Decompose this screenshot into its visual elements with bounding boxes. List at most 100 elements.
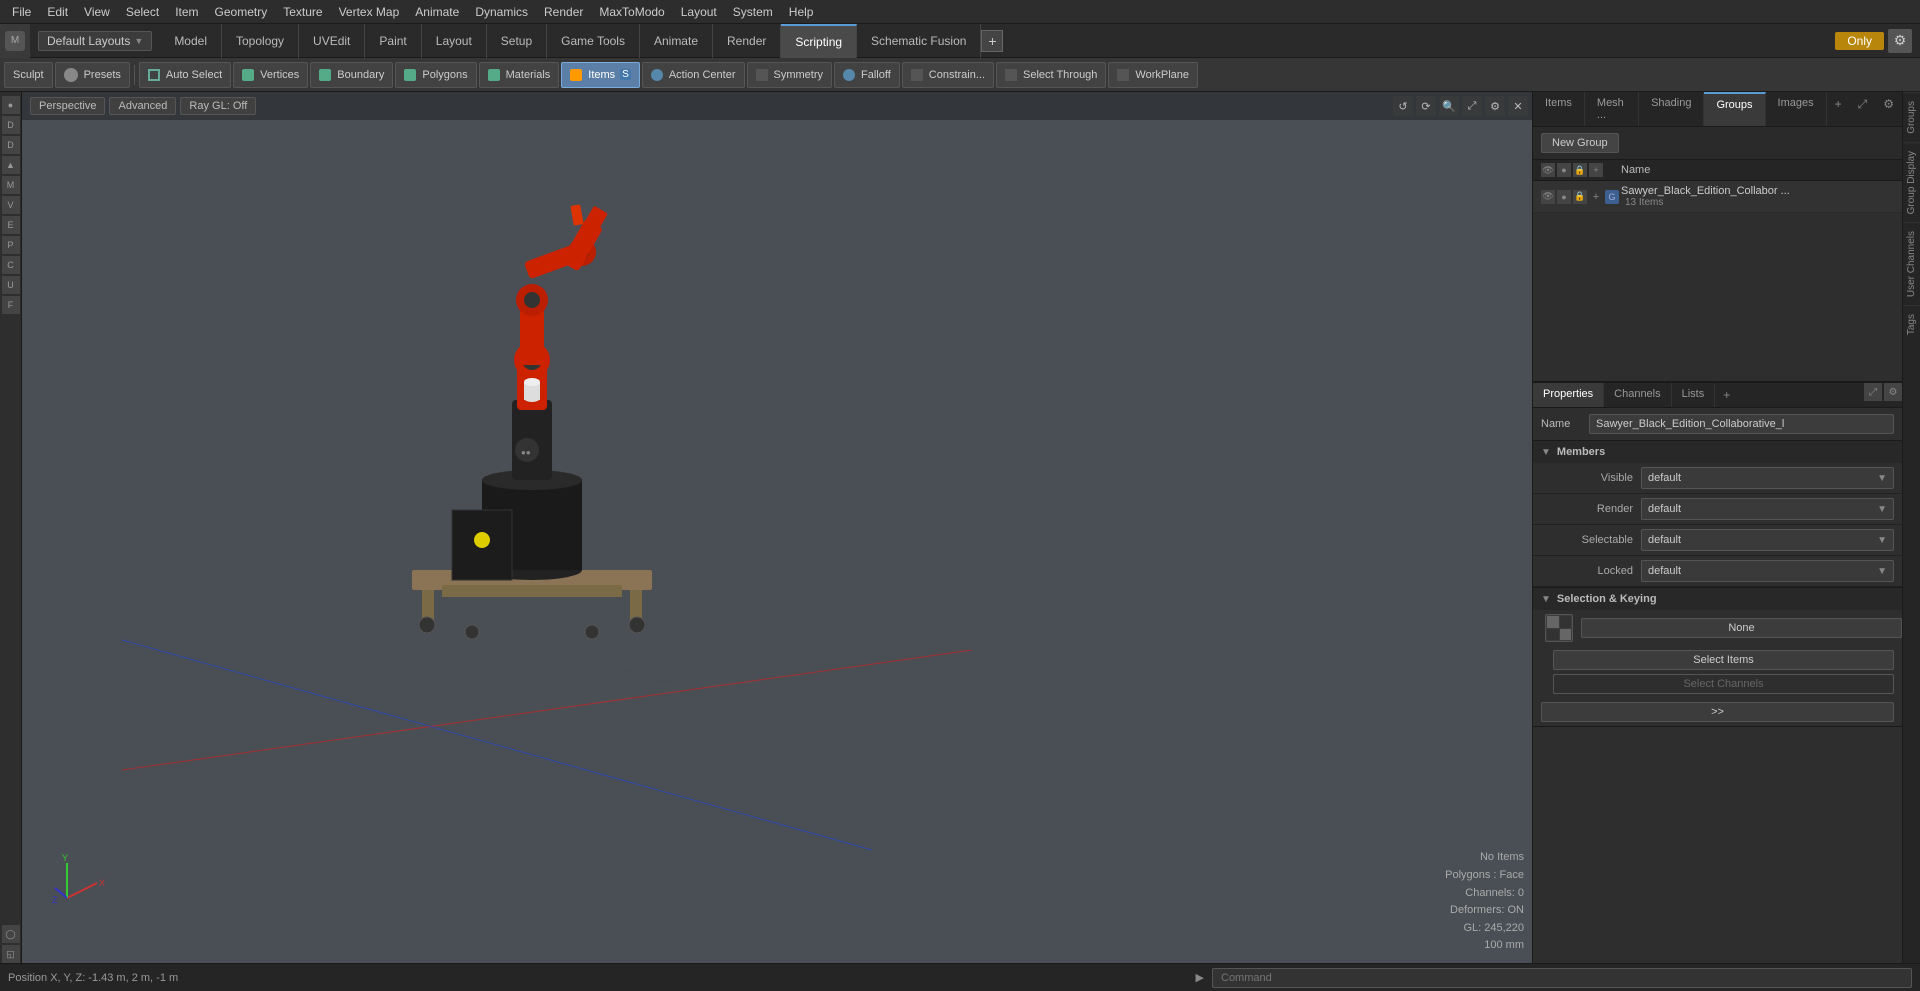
menu-layout[interactable]: Layout — [673, 3, 725, 21]
layout-tab-model[interactable]: Model — [160, 24, 222, 58]
viewport-icon-refresh[interactable]: ↺ — [1393, 96, 1413, 116]
viewport-icon-cycle[interactable]: ⟳ — [1416, 96, 1436, 116]
menu-maxtomodo[interactable]: MaxToModo — [591, 3, 672, 21]
sidebar-btn-10[interactable]: U — [2, 276, 20, 294]
falloff-button[interactable]: Falloff — [834, 62, 900, 88]
select-through-button[interactable]: Select Through — [996, 62, 1106, 88]
viewport-icon-fit[interactable]: ⤢ — [1462, 96, 1482, 116]
groups-tab-add-button[interactable]: + — [1827, 92, 1850, 126]
menu-edit[interactable]: Edit — [39, 3, 76, 21]
render-dropdown[interactable]: default ▼ — [1641, 498, 1894, 520]
menu-item[interactable]: Item — [167, 3, 206, 21]
menu-geometry[interactable]: Geometry — [207, 3, 276, 21]
tab-shading[interactable]: Shading — [1639, 92, 1704, 126]
right-label-user-channels[interactable]: User Channels — [1903, 222, 1920, 305]
layout-tab-uvedit[interactable]: UVEdit — [299, 24, 365, 58]
sculpt-button[interactable]: Sculpt — [4, 62, 53, 88]
tab-mesh[interactable]: Mesh ... — [1585, 92, 1639, 126]
sidebar-btn-4[interactable]: ▲ — [2, 156, 20, 174]
layout-tab-animate[interactable]: Animate — [640, 24, 713, 58]
sidebar-btn-5[interactable]: M — [2, 176, 20, 194]
auto-select-button[interactable]: Auto Select — [139, 62, 231, 88]
group-item-lock[interactable]: 🔒 — [1573, 190, 1587, 204]
layout-tab-paint[interactable]: Paint — [365, 24, 421, 58]
materials-button[interactable]: Materials — [479, 62, 560, 88]
props-expand-button[interactable]: ⤢ — [1864, 383, 1882, 401]
layout-tab-schematic-fusion[interactable]: Schematic Fusion — [857, 24, 981, 58]
sidebar-btn-9[interactable]: C — [2, 256, 20, 274]
workplane-button[interactable]: WorkPlane — [1108, 62, 1198, 88]
menu-texture[interactable]: Texture — [275, 3, 330, 21]
menu-select[interactable]: Select — [118, 3, 167, 21]
items-button[interactable]: Items S — [561, 62, 640, 88]
vertices-button[interactable]: Vertices — [233, 62, 308, 88]
symmetry-button[interactable]: Symmetry — [747, 62, 833, 88]
menu-vertex-map[interactable]: Vertex Map — [331, 3, 408, 21]
menu-help[interactable]: Help — [781, 3, 822, 21]
right-label-group-display[interactable]: Group Display — [1903, 142, 1920, 222]
sk-none-label[interactable]: None — [1581, 618, 1902, 638]
props-tab-lists[interactable]: Lists — [1672, 383, 1716, 407]
select-items-button[interactable]: Select Items — [1553, 650, 1894, 670]
viewport-icon-settings[interactable]: ⚙ — [1485, 96, 1505, 116]
polygons-button[interactable]: Polygons — [395, 62, 476, 88]
settings-gear-button[interactable]: ⚙ — [1888, 29, 1912, 53]
props-tab-channels[interactable]: Channels — [1604, 383, 1671, 407]
sidebar-btn-2[interactable]: D — [2, 116, 20, 134]
members-section-header[interactable]: ▼ Members — [1533, 441, 1902, 463]
select-channels-button[interactable]: Select Channels — [1553, 674, 1894, 694]
sidebar-bottom-btn-2[interactable]: ◱ — [2, 945, 20, 963]
right-label-groups[interactable]: Groups — [1903, 92, 1920, 142]
sidebar-btn-1[interactable]: ● — [2, 96, 20, 114]
props-name-input[interactable] — [1589, 414, 1894, 434]
group-item-add[interactable]: + — [1589, 190, 1603, 204]
command-input[interactable] — [1212, 968, 1912, 988]
menu-render[interactable]: Render — [536, 3, 591, 21]
menu-file[interactable]: File — [4, 3, 39, 21]
boundary-button[interactable]: Boundary — [310, 62, 393, 88]
props-settings-button[interactable]: ⚙ — [1884, 383, 1902, 401]
groups-expand-button[interactable]: ⤢ — [1850, 92, 1876, 126]
action-center-button[interactable]: Action Center — [642, 62, 745, 88]
scene-area[interactable]: ●● X Y Z No Items Polygons : Face Channe… — [22, 120, 1532, 963]
layout-tab-scripting[interactable]: Scripting — [781, 24, 857, 58]
ray-gl-button[interactable]: Ray GL: Off — [180, 97, 256, 115]
sidebar-btn-6[interactable]: V — [2, 196, 20, 214]
constrain-button[interactable]: Constrain... — [902, 62, 994, 88]
layout-tab-game-tools[interactable]: Game Tools — [547, 24, 640, 58]
sidebar-btn-8[interactable]: P — [2, 236, 20, 254]
menu-animate[interactable]: Animate — [407, 3, 467, 21]
star-button[interactable]: Only — [1835, 32, 1884, 50]
tab-groups[interactable]: Groups — [1704, 92, 1765, 126]
group-item-render[interactable]: ● — [1557, 190, 1571, 204]
menu-dynamics[interactable]: Dynamics — [467, 3, 536, 21]
sk-go-button[interactable]: >> — [1541, 702, 1894, 722]
sidebar-btn-3[interactable]: D — [2, 136, 20, 154]
selection-keying-header[interactable]: ▼ Selection & Keying — [1533, 588, 1902, 610]
visible-dropdown[interactable]: default ▼ — [1641, 467, 1894, 489]
right-label-tags[interactable]: Tags — [1903, 305, 1920, 343]
locked-dropdown[interactable]: default ▼ — [1641, 560, 1894, 582]
sidebar-btn-7[interactable]: E — [2, 216, 20, 234]
sidebar-btn-11[interactable]: F — [2, 296, 20, 314]
group-item-sawyer[interactable]: 👁 ● 🔒 + G Sawyer_Black_Edition_Collabor … — [1533, 181, 1902, 213]
menu-view[interactable]: View — [76, 3, 118, 21]
viewport[interactable]: Perspective Advanced Ray GL: Off ↺ ⟳ 🔍 ⤢… — [22, 92, 1532, 963]
viewport-icon-search[interactable]: 🔍 — [1439, 96, 1459, 116]
layout-preset-selector[interactable]: Default Layouts ▼ — [38, 31, 152, 51]
layout-add-tab-button[interactable]: + — [981, 30, 1003, 52]
layout-tab-setup[interactable]: Setup — [487, 24, 547, 58]
new-group-button[interactable]: New Group — [1541, 133, 1619, 153]
layout-tab-topology[interactable]: Topology — [222, 24, 299, 58]
perspective-button[interactable]: Perspective — [30, 97, 105, 115]
viewport-icon-close[interactable]: ✕ — [1508, 96, 1528, 116]
props-tab-add[interactable]: + — [1715, 383, 1738, 407]
props-tab-properties[interactable]: Properties — [1533, 383, 1604, 407]
sk-grid-icon[interactable] — [1545, 614, 1573, 642]
sidebar-bottom-btn-1[interactable]: ◯ — [2, 925, 20, 943]
tab-images[interactable]: Images — [1766, 92, 1827, 126]
groups-settings-button[interactable]: ⚙ — [1875, 92, 1902, 126]
tab-items[interactable]: Items — [1533, 92, 1585, 126]
presets-button[interactable]: Presets — [55, 62, 130, 88]
layout-tab-render[interactable]: Render — [713, 24, 781, 58]
